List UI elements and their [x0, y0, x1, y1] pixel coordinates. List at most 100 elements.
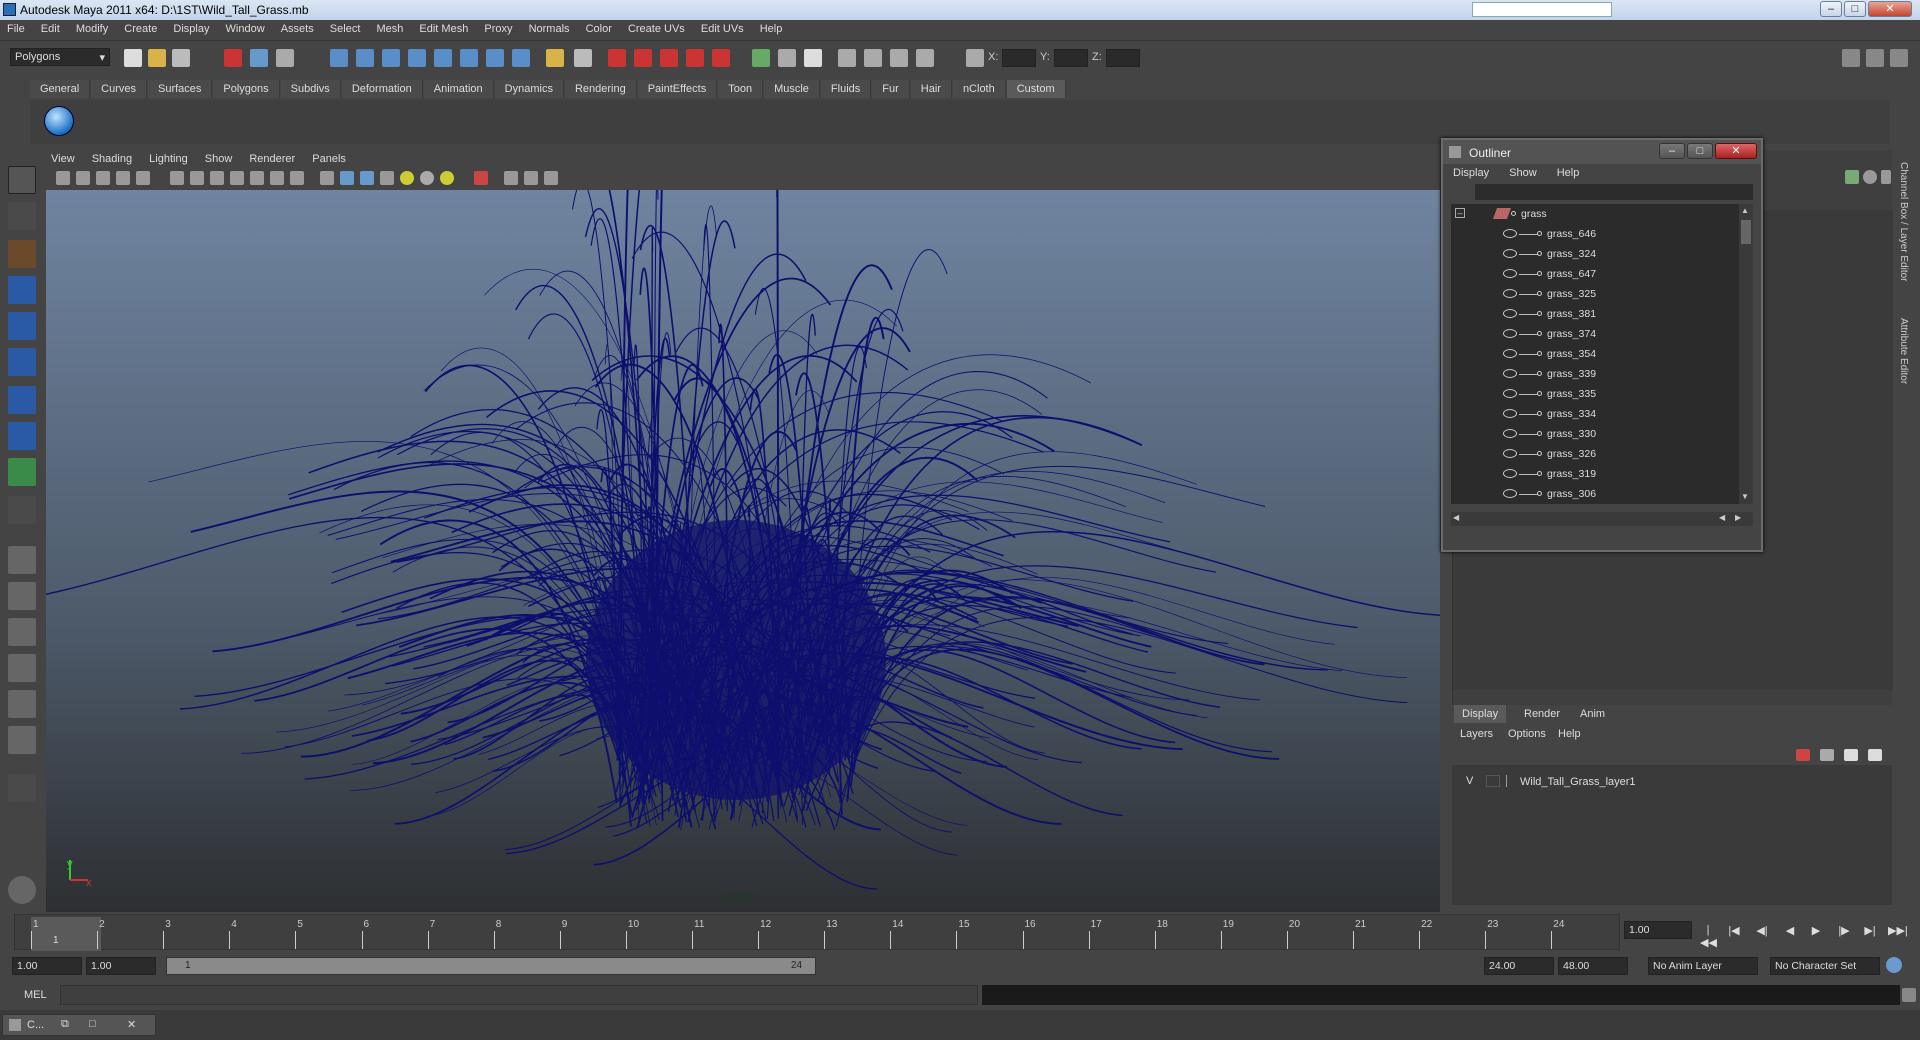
scroll-right-end-icon[interactable]: ▶: [1735, 513, 1741, 522]
close-button[interactable]: ✕: [1868, 1, 1912, 17]
paint-brush-icon[interactable]: [8, 876, 36, 904]
outliner-row[interactable]: grass_324: [1451, 244, 1747, 264]
panel-menu-show[interactable]: Show: [198, 150, 240, 165]
image-plane-icon[interactable]: [116, 171, 130, 185]
shelf-tab-muscle[interactable]: Muscle: [764, 80, 820, 98]
menu-edit-uvs[interactable]: Edit UVs: [694, 20, 750, 35]
outliner-minimize-button[interactable]: –: [1659, 143, 1685, 159]
camera-attr-icon[interactable]: [76, 171, 90, 185]
step-forward-frame-icon[interactable]: |▶: [1836, 924, 1852, 938]
menu-normals[interactable]: Normals: [522, 20, 576, 35]
shelf-tab-subdivs[interactable]: Subdivs: [280, 80, 341, 98]
shelf-tab-custom[interactable]: Custom: [1006, 80, 1066, 98]
xray-icon[interactable]: [504, 171, 518, 185]
menu-create-uvs[interactable]: Create UVs: [621, 20, 691, 35]
render-view-icon[interactable]: [608, 49, 626, 67]
restore-icon[interactable]: ⧉: [61, 1018, 69, 1031]
snap-view-icon[interactable]: [460, 49, 478, 67]
scroll-down-icon[interactable]: ▼: [1741, 492, 1751, 502]
layout-single-icon[interactable]: [8, 546, 36, 574]
outliner-close-button[interactable]: ✕: [1715, 143, 1757, 159]
menu-assets[interactable]: Assets: [274, 20, 320, 35]
layout-four-icon[interactable]: [8, 582, 36, 610]
help-search-input[interactable]: [1472, 2, 1612, 17]
selected-lights-icon[interactable]: [440, 171, 454, 185]
open-scene-icon[interactable]: [148, 49, 166, 67]
outliner-row[interactable]: grass_325: [1451, 284, 1747, 304]
step-back-frame-icon[interactable]: ◀|: [1754, 924, 1770, 938]
grid-icon[interactable]: [170, 171, 184, 185]
absolute-transform-icon[interactable]: [966, 49, 984, 67]
outliner-titlebar[interactable]: Outliner – □ ✕: [1443, 140, 1761, 164]
command-input[interactable]: [60, 985, 978, 1005]
panel-menu-panels[interactable]: Panels: [305, 150, 353, 165]
layer-tab-anim[interactable]: Anim: [1572, 705, 1613, 723]
layout-outliner-persp-icon[interactable]: [8, 618, 36, 646]
grass-wireframe-model[interactable]: [46, 190, 1440, 912]
layer-tab-render[interactable]: Render: [1516, 705, 1568, 723]
toolbox-more-icon[interactable]: [8, 774, 36, 802]
modeling-toolkit-icon[interactable]: [864, 49, 882, 67]
playback-start-field[interactable]: 1.00: [86, 957, 156, 975]
maximize-button[interactable]: □: [1844, 1, 1866, 17]
layer-template-toggle[interactable]: [1486, 775, 1500, 787]
soft-mod-icon[interactable]: [8, 422, 36, 450]
scale-tool-icon[interactable]: [8, 348, 36, 376]
shelf-tab-deformation[interactable]: Deformation: [341, 80, 423, 98]
layout-icon-2[interactable]: [1866, 49, 1884, 67]
layout-icon-1[interactable]: [1842, 49, 1860, 67]
panel-menu-view[interactable]: View: [44, 150, 82, 165]
all-lights-icon[interactable]: [420, 171, 434, 185]
layer-tab-display[interactable]: Display: [1454, 705, 1507, 723]
close-icon[interactable]: ✕: [127, 1018, 136, 1031]
outliner-menu-help[interactable]: Help: [1547, 164, 1587, 179]
script-editor-icon[interactable]: [1902, 988, 1916, 1002]
outliner-row[interactable]: grass_306: [1451, 484, 1747, 504]
auto-key-icon[interactable]: [1886, 957, 1902, 973]
menu-window[interactable]: Window: [219, 20, 271, 35]
render-settings-icon[interactable]: [686, 49, 704, 67]
safe-title-icon[interactable]: [290, 171, 304, 185]
outliner-vertical-scrollbar[interactable]: ▲ ▼: [1739, 204, 1753, 504]
shelf-tab-surfaces[interactable]: Surfaces: [147, 80, 213, 98]
outliner-row[interactable]: grass_646: [1451, 224, 1747, 244]
channel-box-icon-1[interactable]: [1845, 170, 1859, 184]
outliner-row[interactable]: grass_339: [1451, 364, 1747, 384]
new-layer-icon[interactable]: [1796, 749, 1810, 761]
step-forward-key-icon[interactable]: ▶|: [1862, 924, 1878, 938]
layout-dope-icon[interactable]: [8, 726, 36, 754]
shelf-tab-ncloth[interactable]: nCloth: [952, 80, 1006, 98]
menu-select[interactable]: Select: [323, 20, 367, 35]
lasso-tool-icon[interactable]: [8, 202, 36, 230]
go-to-end-icon[interactable]: ▶▶|: [1888, 924, 1908, 938]
history-icon[interactable]: [486, 49, 504, 67]
relative-transform-icon[interactable]: [916, 49, 934, 67]
minimize-button[interactable]: –: [1820, 1, 1842, 17]
layer-row[interactable]: V Wild_Tall_Grass_layer1: [1460, 773, 1890, 791]
menu-edit-mesh[interactable]: Edit Mesh: [412, 20, 474, 35]
layer-visibility-toggle[interactable]: V: [1466, 775, 1473, 787]
move-tool-icon[interactable]: [8, 276, 36, 304]
y-field[interactable]: [1054, 49, 1088, 67]
time-slider-track[interactable]: 1 1 2 3 4 5 6 7 8 9 10 11 12 13 14 15 16 17 18 19 20 21 22 23 2…: [14, 914, 1620, 951]
resolution-gate-icon[interactable]: [210, 171, 224, 185]
show-manip-icon[interactable]: [8, 458, 36, 486]
default-light-icon[interactable]: [400, 171, 414, 185]
outliner-row[interactable]: grass_354: [1451, 344, 1747, 364]
layout-hypershade-icon[interactable]: [8, 690, 36, 718]
z-field[interactable]: [1106, 49, 1140, 67]
time-slider[interactable]: 1 1 2 3 4 5 6 7 8 9 10 11 12 13 14 15 16 17 18 19 20 21 22 23 2…: [0, 912, 1920, 952]
camera-select-icon[interactable]: [56, 171, 70, 185]
shelf-tab-rendering[interactable]: Rendering: [564, 80, 637, 98]
anim-layer-dropdown[interactable]: No Anim Layer: [1648, 957, 1758, 975]
tab-attribute-editor[interactable]: Attribute Editor: [1898, 318, 1909, 384]
save-scene-icon[interactable]: [172, 49, 190, 67]
anim-start-field[interactable]: 1.00: [12, 957, 82, 975]
collapse-icon[interactable]: –: [1455, 208, 1465, 218]
wireframe-icon[interactable]: [320, 171, 334, 185]
shelf-tab-toon[interactable]: Toon: [718, 80, 764, 98]
rotate-tool-icon[interactable]: [8, 312, 36, 340]
move-layer-down-icon[interactable]: [1868, 749, 1882, 761]
shelf-tab-curves[interactable]: Curves: [91, 80, 147, 98]
outliner-row[interactable]: grass_330: [1451, 424, 1747, 444]
